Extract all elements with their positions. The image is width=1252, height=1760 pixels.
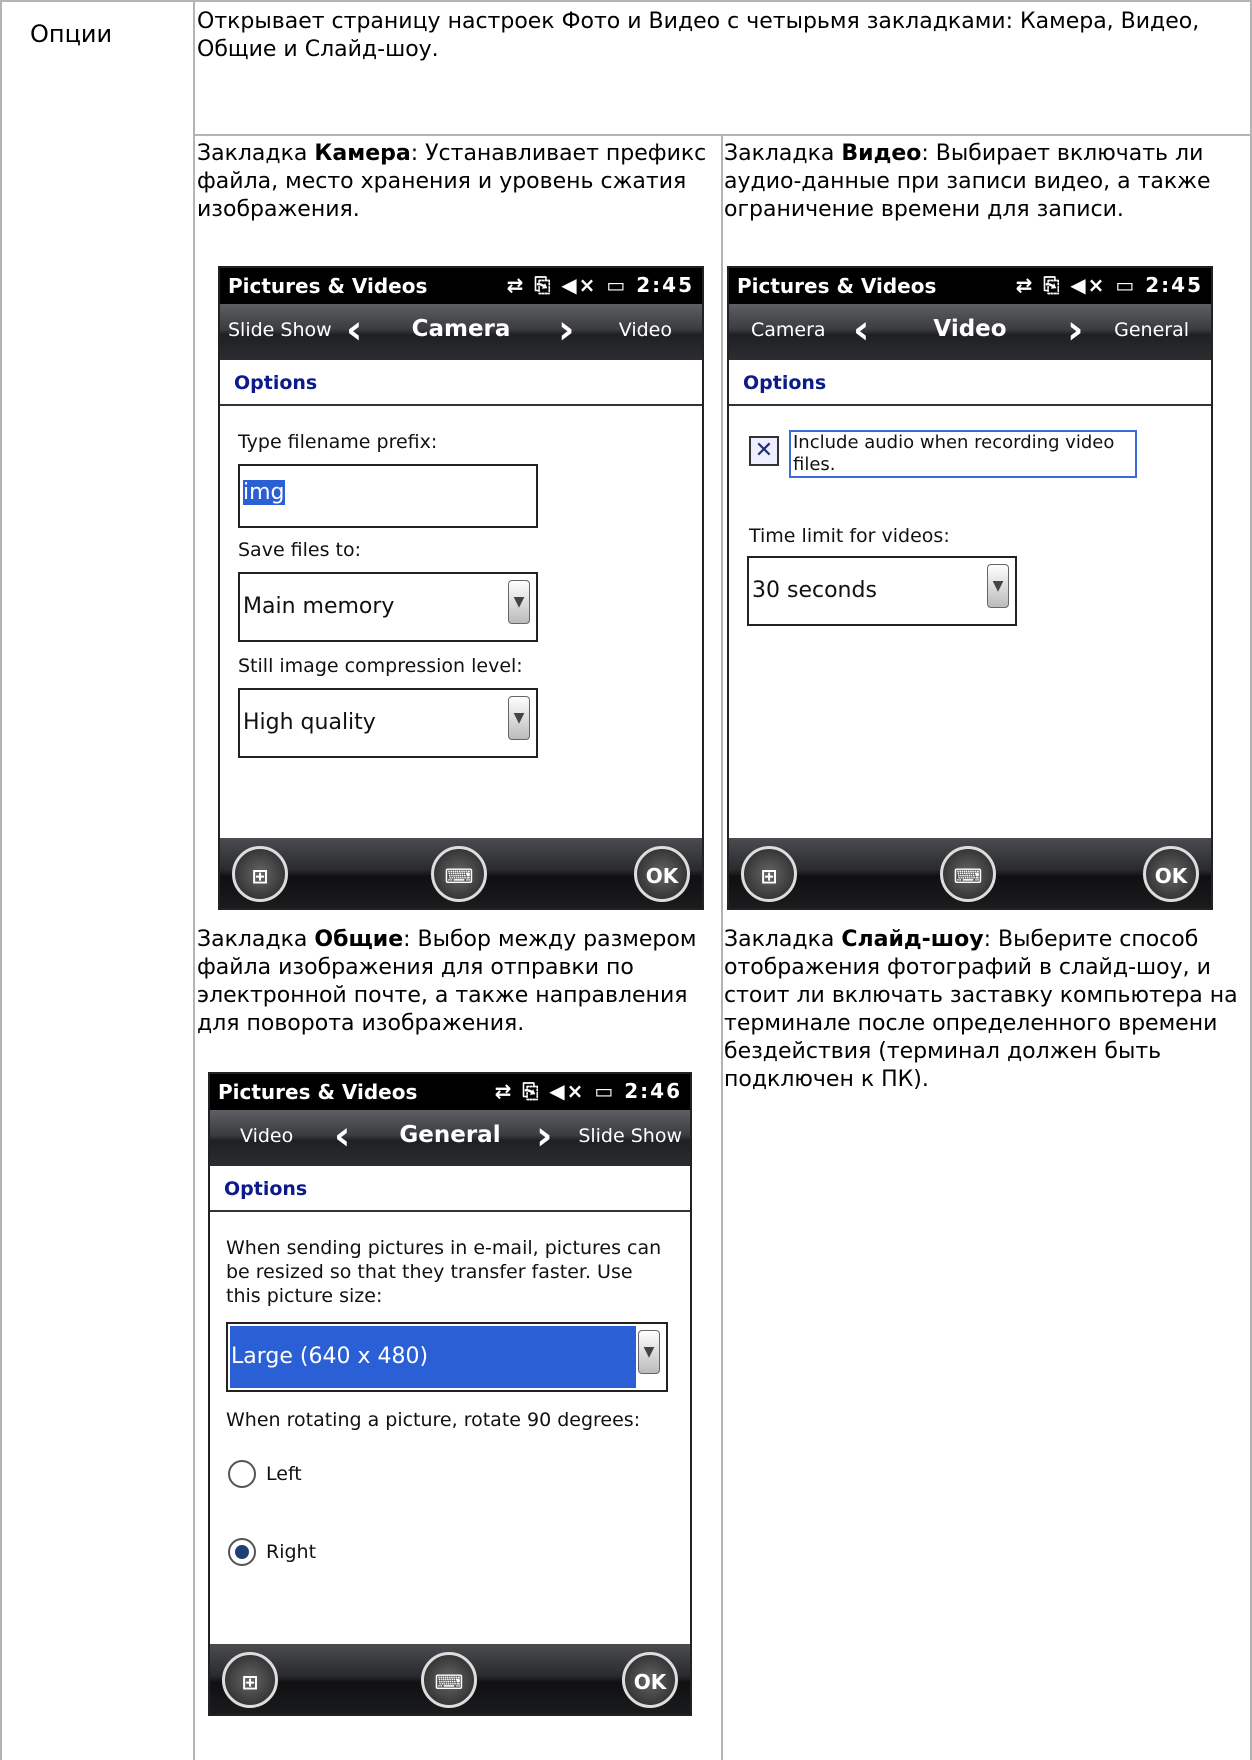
keyboard-icon[interactable]: ⌨ xyxy=(940,846,996,902)
windows-start-icon[interactable]: ⊞ xyxy=(222,1652,278,1708)
table-border xyxy=(721,136,723,1760)
keyboard-icon[interactable]: ⌨ xyxy=(421,1652,477,1708)
dropdown-arrow-icon[interactable]: ▼ xyxy=(508,696,530,740)
tab-next[interactable]: Video xyxy=(619,319,672,341)
table-border xyxy=(193,0,195,1760)
table-border xyxy=(0,0,2,1760)
radio-right[interactable] xyxy=(228,1538,256,1566)
options-header: Options xyxy=(210,1166,690,1212)
table-border xyxy=(195,134,1252,136)
status-icons: ⇄ ⎘ ◀× ▭ 2:46 xyxy=(494,1079,682,1103)
ok-button[interactable]: OK xyxy=(634,846,690,902)
radio-left-label: Left xyxy=(266,1463,302,1485)
dropdown-arrow-icon[interactable]: ▼ xyxy=(638,1330,660,1374)
chevron-right-icon[interactable]: › xyxy=(558,308,574,352)
options-header: Options xyxy=(729,360,1211,406)
table-border xyxy=(0,0,1252,2)
general-description: Закладка Общие: Выбор между размером фай… xyxy=(197,927,697,1036)
email-size-text: When sending pictures in e-mail, picture… xyxy=(226,1237,662,1307)
time-limit-label: Time limit for videos: xyxy=(749,525,950,547)
time-limit-select[interactable]: 30 seconds ▼ xyxy=(747,556,1017,626)
slideshow-description: Закладка Слайд-шоу: Выберите способ отоб… xyxy=(724,927,1238,1092)
clock: 2:45 xyxy=(1145,273,1203,297)
prefix-label: Type filename prefix: xyxy=(238,431,438,453)
chevron-right-icon[interactable]: › xyxy=(1067,308,1083,352)
tab-bar: Camera ‹ Video › General xyxy=(729,304,1211,360)
chevron-right-icon[interactable]: › xyxy=(536,1114,552,1158)
video-screenshot: Pictures & Videos ⇄ ⎘ ◀× ▭ 2:45 Camera ‹… xyxy=(727,266,1213,910)
bottom-bar: ⊞ ⌨ OK xyxy=(210,1644,690,1714)
camera-description: Закладка Камера: Устанавливает префикс ф… xyxy=(197,141,707,222)
status-bar: Pictures & Videos ⇄ ⎘ ◀× ▭ 2:45 xyxy=(220,268,702,304)
audio-checkbox[interactable]: ✕ xyxy=(749,436,779,466)
audio-label[interactable]: Include audio when recording video files… xyxy=(789,430,1137,478)
dropdown-arrow-icon[interactable]: ▼ xyxy=(508,580,530,624)
ok-button[interactable]: OK xyxy=(1143,846,1199,902)
video-description: Закладка Видео: Выбирает включать ли ауд… xyxy=(724,141,1211,222)
app-title: Pictures & Videos xyxy=(737,274,937,298)
tab-next[interactable]: General xyxy=(1114,319,1189,341)
rotate-label: When rotating a picture, rotate 90 degre… xyxy=(226,1409,641,1431)
camera-screenshot: Pictures & Videos ⇄ ⎘ ◀× ▭ 2:45 Slide Sh… xyxy=(218,266,704,910)
prefix-input[interactable]: img xyxy=(238,464,538,528)
bottom-bar: ⊞ ⌨ OK xyxy=(729,838,1211,908)
windows-start-icon[interactable]: ⊞ xyxy=(232,846,288,902)
status-icons: ⇄ ⎘ ◀× ▭ 2:45 xyxy=(1015,273,1203,297)
app-title: Pictures & Videos xyxy=(228,274,428,298)
windows-start-icon[interactable]: ⊞ xyxy=(741,846,797,902)
ok-button[interactable]: OK xyxy=(622,1652,678,1708)
radio-right-label: Right xyxy=(266,1541,317,1563)
options-header: Options xyxy=(220,360,702,406)
dropdown-arrow-icon[interactable]: ▼ xyxy=(987,564,1009,608)
picture-size-select[interactable]: Large (640 x 480) ▼ xyxy=(226,1322,668,1392)
compression-select[interactable]: High quality ▼ xyxy=(238,688,538,758)
intro-text: Открывает страницу настроек Фото и Видео… xyxy=(197,9,1200,62)
general-screenshot: Pictures & Videos ⇄ ⎘ ◀× ▭ 2:46 Video ‹ … xyxy=(208,1072,692,1716)
radio-left[interactable] xyxy=(228,1460,256,1488)
status-icons: ⇄ ⎘ ◀× ▭ 2:45 xyxy=(506,273,694,297)
status-bar: Pictures & Videos ⇄ ⎘ ◀× ▭ 2:45 xyxy=(729,268,1211,304)
options-label: Опции xyxy=(30,20,113,48)
tab-bar: Slide Show ‹ Camera › Video xyxy=(220,304,702,360)
keyboard-icon[interactable]: ⌨ xyxy=(431,846,487,902)
bottom-bar: ⊞ ⌨ OK xyxy=(220,838,702,908)
clock: 2:45 xyxy=(636,273,694,297)
tab-next[interactable]: Slide Show xyxy=(578,1125,682,1147)
clock: 2:46 xyxy=(624,1079,682,1103)
save-label: Save files to: xyxy=(238,539,362,561)
status-bar: Pictures & Videos ⇄ ⎘ ◀× ▭ 2:46 xyxy=(210,1074,690,1110)
save-select[interactable]: Main memory ▼ xyxy=(238,572,538,642)
tab-bar: Video ‹ General › Slide Show xyxy=(210,1110,690,1166)
app-title: Pictures & Videos xyxy=(218,1080,418,1104)
compression-label: Still image compression level: xyxy=(238,655,523,677)
